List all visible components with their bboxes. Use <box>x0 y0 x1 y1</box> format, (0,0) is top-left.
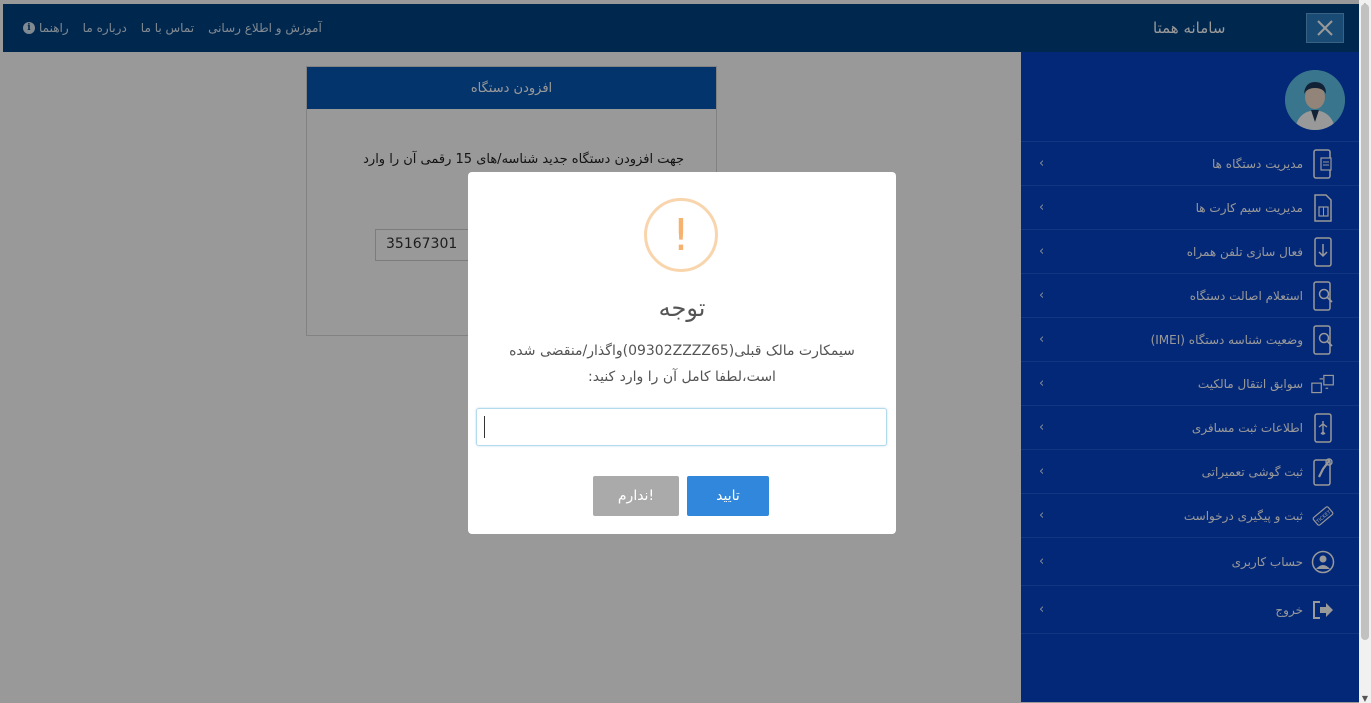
page-scrollbar[interactable]: ▲ ▼ <box>1359 0 1371 703</box>
sim-number-input[interactable] <box>476 408 887 446</box>
dialog-message: سیمکارت مالک قبلی(09302ZZZZ65)واگذار/منق… <box>509 343 855 385</box>
confirm-button[interactable]: تایید <box>687 476 769 516</box>
scroll-thumb[interactable] <box>1361 4 1369 640</box>
dialog-title: توجه <box>658 294 706 322</box>
text-caret <box>484 416 485 438</box>
alert-dialog: ! توجه سیمکارت مالک قبلی(09302ZZZZ65)واگ… <box>468 172 896 534</box>
warning-icon: ! <box>644 198 718 272</box>
cancel-button[interactable]: ندارم! <box>593 476 679 516</box>
scroll-down-icon[interactable]: ▼ <box>1359 693 1371 703</box>
